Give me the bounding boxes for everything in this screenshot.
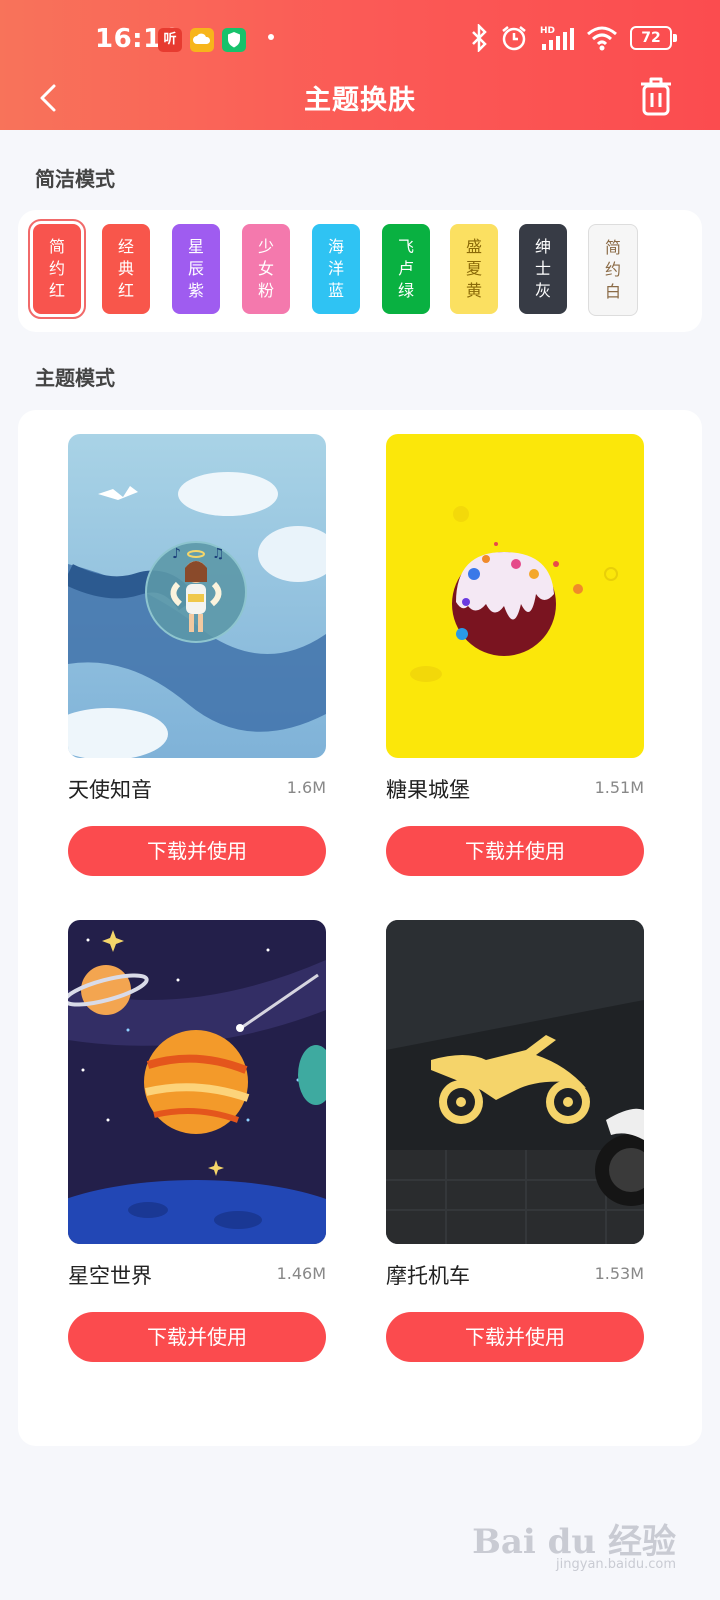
- theme-color-swatch[interactable]: 星辰紫: [172, 224, 220, 314]
- theme-size: 1.51M: [594, 778, 644, 797]
- signal-icon: HD: [540, 26, 574, 50]
- theme-name: 糖果城堡: [386, 778, 470, 802]
- svg-text:♫: ♫: [212, 546, 225, 562]
- swatch-char: 简: [604, 238, 621, 257]
- swatch-char: 粉: [257, 281, 274, 300]
- ting-app-icon: 听: [158, 28, 182, 52]
- theme-thumbnail-angel[interactable]: ♪ ♫: [68, 434, 326, 758]
- theme-size: 1.46M: [276, 1264, 326, 1283]
- swatch-char: 黄: [465, 281, 482, 300]
- swatch-char: 蓝: [327, 281, 344, 300]
- download-use-button[interactable]: 下载并使用: [68, 1312, 326, 1362]
- swatch-char: 少: [257, 237, 274, 256]
- swatch-char: 简: [48, 237, 65, 256]
- theme-color-swatch[interactable]: 海洋蓝: [312, 224, 360, 314]
- theme-color-swatch[interactable]: 绅士灰: [519, 224, 567, 314]
- download-use-button[interactable]: 下载并使用: [68, 826, 326, 876]
- swatch-char: 士: [534, 259, 551, 278]
- baidu-jingyan-watermark: Bai du 经验 jingyan.baidu.com: [472, 1514, 676, 1572]
- battery-icon: 72: [630, 26, 677, 50]
- theme-color-swatch[interactable]: 经典红: [102, 224, 150, 314]
- download-use-button[interactable]: 下载并使用: [386, 1312, 644, 1362]
- simple-mode-label: 简洁模式: [35, 167, 115, 191]
- swatch-char: 夏: [465, 259, 482, 278]
- swatch-char: 约: [604, 260, 621, 279]
- swatch-char: 星: [187, 237, 204, 256]
- cloud-app-icon: [190, 28, 214, 52]
- theme-thumbnail-starry[interactable]: [68, 920, 326, 1244]
- swatch-char: 红: [48, 281, 65, 300]
- swatch-char: 洋: [327, 259, 344, 278]
- theme-name: 摩托机车: [386, 1264, 470, 1288]
- swatch-char: 经: [117, 237, 134, 256]
- nav-bar: 主题换肤: [0, 72, 720, 128]
- alarm-icon: [502, 26, 526, 51]
- page-title: 主题换肤: [304, 85, 416, 116]
- theme-name: 星空世界: [68, 1264, 152, 1288]
- trash-icon[interactable]: [636, 74, 676, 118]
- swatch-char: 绅: [534, 237, 551, 256]
- swatch-char: 辰: [187, 259, 204, 278]
- svg-text:HD: HD: [540, 26, 555, 36]
- swatch-char: 飞: [397, 237, 414, 256]
- theme-color-swatch[interactable]: 盛夏黄: [450, 224, 498, 314]
- theme-thumbnail-motorbike[interactable]: [386, 920, 644, 1244]
- app-header: 16:16 听 HD 72 主题换肤: [0, 0, 720, 130]
- status-right-icons: HD 72: [470, 22, 677, 54]
- swatch-char: 约: [48, 259, 65, 278]
- swatch-char: 盛: [465, 237, 482, 256]
- watermark-logo: Bai du 经验: [472, 1522, 676, 1562]
- wifi-icon: [587, 26, 617, 51]
- theme-name: 天使知音: [68, 778, 152, 802]
- swatch-char: 红: [117, 281, 134, 300]
- swatch-char: 白: [604, 282, 621, 301]
- theme-size: 1.6M: [286, 778, 326, 797]
- svg-text:♪: ♪: [172, 546, 181, 562]
- swatch-char: 紫: [187, 281, 204, 300]
- swatch-char: 卢: [397, 259, 414, 278]
- download-use-button[interactable]: 下载并使用: [386, 826, 644, 876]
- theme-color-swatch[interactable]: 飞卢绿: [382, 224, 430, 314]
- swatch-char: 绿: [397, 281, 414, 300]
- bluetooth-icon: [472, 24, 487, 52]
- shield-app-icon: [222, 28, 246, 52]
- theme-color-swatch[interactable]: 少女粉: [242, 224, 290, 314]
- theme-size: 1.53M: [594, 1264, 644, 1283]
- theme-thumbnail-candy[interactable]: [386, 434, 644, 758]
- status-bar: 16:16 听 HD 72: [0, 0, 720, 78]
- theme-color-swatch[interactable]: 简约白: [588, 224, 638, 316]
- swatch-char: 女: [257, 259, 274, 278]
- notification-dot-icon: [268, 34, 274, 40]
- theme-list: ♪ ♫ 天使知音 1.6M 下载并使用 糖果城堡 1.51M 下载并使用 星空世…: [18, 410, 702, 1446]
- swatch-char: 典: [117, 259, 134, 278]
- simple-mode-swatches: 简约红经典红星辰紫少女粉海洋蓝飞卢绿盛夏黄绅士灰简约白: [18, 210, 702, 332]
- theme-mode-label: 主题模式: [35, 366, 115, 390]
- theme-color-swatch[interactable]: 简约红: [28, 219, 86, 319]
- swatch-char: 灰: [534, 281, 551, 300]
- swatch-char: 海: [327, 237, 344, 256]
